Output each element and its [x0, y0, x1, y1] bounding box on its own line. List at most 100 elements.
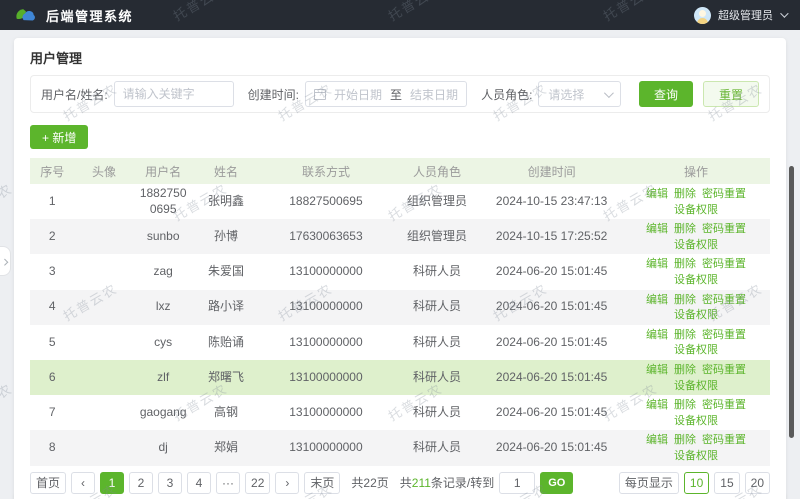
per-page-group: 每页显示 1015 20 [619, 472, 770, 494]
action-device-permission[interactable]: 设备权限 [674, 450, 718, 462]
action-delete[interactable]: 删除 [674, 364, 696, 376]
cell-role: 科研人员 [393, 254, 482, 289]
cell-username: zag [134, 254, 193, 289]
cell-name: 郑曙飞 [193, 360, 260, 395]
date-to-label: 至 [390, 86, 402, 103]
action-delete[interactable]: 删除 [674, 188, 696, 200]
table-row[interactable]: 6zlf郑曙飞13100000000科研人员2024-06-20 15:01:4… [30, 360, 770, 395]
action-delete[interactable]: 删除 [674, 223, 696, 235]
record-count-suffix: 条记录/转到 [431, 476, 494, 490]
filter-bar: 用户名/姓名: 创建时间: 开始日期 至 结束日期 人员角色: 请选择 查询 重… [30, 75, 770, 113]
cell-avatar [74, 290, 133, 325]
per-page-label[interactable]: 每页显示 [619, 472, 679, 494]
reset-button[interactable]: 重置 [703, 81, 759, 107]
user-menu[interactable]: 超级管理员 [694, 7, 786, 24]
go-button[interactable]: GO [540, 472, 573, 494]
action-device-permission[interactable]: 设备权限 [674, 380, 718, 392]
action-reset-password[interactable]: 密码重置 [702, 329, 746, 341]
page-ellipsis-button[interactable]: ··· [216, 472, 240, 494]
action-delete[interactable]: 删除 [674, 294, 696, 306]
action-edit[interactable]: 编辑 [646, 188, 668, 200]
action-reset-password[interactable]: 密码重置 [702, 434, 746, 446]
action-device-permission[interactable]: 设备权限 [674, 415, 718, 427]
table-row[interactable]: 4lxz路小译13100000000科研人员2024-06-20 15:01:4… [30, 290, 770, 325]
app-title: 后端管理系统 [46, 6, 133, 25]
action-reset-password[interactable]: 密码重置 [702, 258, 746, 270]
cell-phone: 13100000000 [259, 395, 392, 430]
cell-role: 科研人员 [393, 360, 482, 395]
action-reset-password[interactable]: 密码重置 [702, 223, 746, 235]
action-edit[interactable]: 编辑 [646, 258, 668, 270]
page-button-2[interactable]: 2 [129, 472, 153, 494]
cell-index: 2 [30, 219, 74, 254]
page-numbers: 1234···22 [100, 472, 270, 494]
cell-role: 科研人员 [393, 430, 482, 465]
drawer-handle[interactable] [0, 246, 11, 276]
cell-actions: 编辑删除密码重置设备权限 [622, 290, 770, 325]
user-table: 序号头像用户名姓名联系方式人员角色创建时间操作 118827500695张明鑫1… [30, 158, 770, 466]
action-delete[interactable]: 删除 [674, 258, 696, 270]
table-row[interactable]: 2sunbo孙博17630063653组织管理员2024-10-15 17:25… [30, 219, 770, 254]
search-button[interactable]: 查询 [639, 81, 693, 107]
top-bar: 后端管理系统 超级管理员 [0, 0, 800, 30]
cell-role: 组织管理员 [393, 184, 482, 219]
cell-index: 4 [30, 290, 74, 325]
per-page-option-20[interactable]: 20 [745, 472, 770, 494]
action-device-permission[interactable]: 设备权限 [674, 274, 718, 286]
scrollbar-thumb[interactable] [789, 166, 794, 438]
table-row[interactable]: 8dj郑娟13100000000科研人员2024-06-20 15:01:45编… [30, 430, 770, 465]
table-row[interactable]: 3zag朱爱国13100000000科研人员2024-06-20 15:01:4… [30, 254, 770, 289]
page-button-22[interactable]: 22 [245, 472, 270, 494]
page-button-3[interactable]: 3 [158, 472, 182, 494]
action-reset-password[interactable]: 密码重置 [702, 364, 746, 376]
action-delete[interactable]: 删除 [674, 329, 696, 341]
action-edit[interactable]: 编辑 [646, 329, 668, 341]
cell-index: 8 [30, 430, 74, 465]
action-edit[interactable]: 编辑 [646, 434, 668, 446]
cell-phone: 18827500695 [259, 184, 392, 219]
user-avatar[interactable] [694, 7, 711, 24]
action-device-permission[interactable]: 设备权限 [674, 344, 718, 356]
action-edit[interactable]: 编辑 [646, 223, 668, 235]
role-select-placeholder: 请选择 [548, 86, 584, 103]
date-range-picker[interactable]: 开始日期 至 结束日期 [305, 81, 467, 107]
add-user-button[interactable]: + 新增 [30, 125, 88, 149]
name-filter-input[interactable] [114, 81, 234, 107]
page-button-4[interactable]: 4 [187, 472, 211, 494]
cell-phone: 13100000000 [259, 254, 392, 289]
record-count-value: 211 [412, 476, 431, 490]
action-reset-password[interactable]: 密码重置 [702, 188, 746, 200]
cell-name: 张明鑫 [193, 184, 260, 219]
per-page-option-15[interactable]: 15 [714, 472, 739, 494]
action-reset-password[interactable]: 密码重置 [702, 294, 746, 306]
table-row[interactable]: 7gaogang高钢13100000000科研人员2024-06-20 15:0… [30, 395, 770, 430]
action-reset-password[interactable]: 密码重置 [702, 399, 746, 411]
cell-role: 科研人员 [393, 395, 482, 430]
role-select[interactable]: 请选择 [538, 81, 621, 107]
table-row[interactable]: 5cys陈贻诵13100000000科研人员2024-06-20 15:01:4… [30, 325, 770, 360]
cell-role: 科研人员 [393, 290, 482, 325]
action-edit[interactable]: 编辑 [646, 294, 668, 306]
action-delete[interactable]: 删除 [674, 434, 696, 446]
cell-username: gaogang [134, 395, 193, 430]
action-edit[interactable]: 编辑 [646, 364, 668, 376]
cell-avatar [74, 325, 133, 360]
action-edit[interactable]: 编辑 [646, 399, 668, 411]
cell-name: 朱爱国 [193, 254, 260, 289]
table-row[interactable]: 118827500695张明鑫18827500695组织管理员2024-10-1… [30, 184, 770, 219]
action-device-permission[interactable]: 设备权限 [674, 239, 718, 251]
column-header: 姓名 [193, 158, 260, 184]
goto-page-input[interactable] [499, 472, 535, 494]
per-page-option-10[interactable]: 10 [684, 472, 709, 494]
action-delete[interactable]: 删除 [674, 399, 696, 411]
prev-page-button[interactable]: ‹ [71, 472, 95, 494]
action-device-permission[interactable]: 设备权限 [674, 309, 718, 321]
next-page-button[interactable]: › [275, 472, 299, 494]
cell-avatar [74, 430, 133, 465]
action-device-permission[interactable]: 设备权限 [674, 204, 718, 216]
page-button-1[interactable]: 1 [100, 472, 124, 494]
column-header: 人员角色 [393, 158, 482, 184]
last-page-button[interactable]: 末页 [304, 472, 340, 494]
first-page-button[interactable]: 首页 [30, 472, 66, 494]
cell-username: 18827500695 [134, 184, 193, 219]
